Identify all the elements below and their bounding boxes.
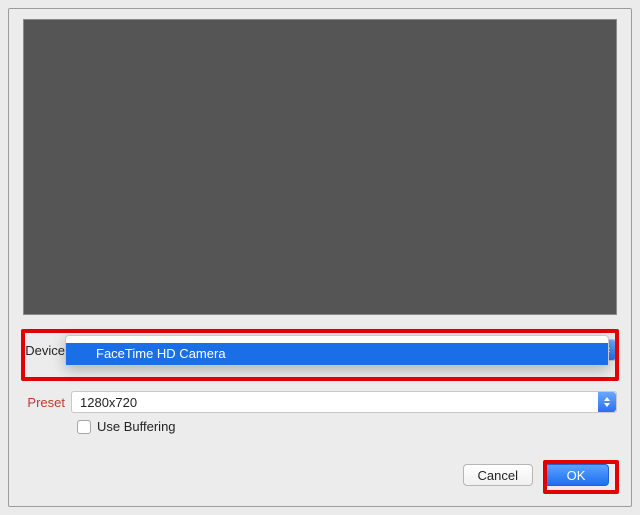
use-buffering-checkbox[interactable]: [77, 420, 91, 434]
ok-button[interactable]: OK: [543, 464, 609, 486]
device-label: Device: [23, 343, 71, 358]
preset-label: Preset: [23, 395, 71, 410]
cancel-button[interactable]: Cancel: [463, 464, 533, 486]
use-buffering-label: Use Buffering: [97, 419, 176, 434]
cancel-button-label: Cancel: [478, 468, 518, 483]
device-option-facetime-label: FaceTime HD Camera: [96, 346, 226, 361]
preset-row: Preset 1280x720: [23, 391, 617, 413]
dialog-footer: Cancel OK: [463, 464, 609, 486]
device-dropdown-popup[interactable]: ✓ FaceTime HD Camera: [65, 335, 609, 366]
stepper-icon: [598, 392, 616, 412]
ok-button-label: OK: [567, 468, 586, 483]
dialog-panel: Device ✓ FaceTime HD Camera Preset 1280x…: [8, 8, 632, 507]
preset-dropdown-value: 1280x720: [80, 395, 137, 410]
buffering-row: Use Buffering: [23, 419, 617, 434]
device-option-current[interactable]: ✓: [66, 336, 608, 343]
device-option-facetime[interactable]: FaceTime HD Camera: [66, 343, 608, 365]
preset-dropdown[interactable]: 1280x720: [71, 391, 617, 413]
video-preview-placeholder: [23, 19, 617, 315]
